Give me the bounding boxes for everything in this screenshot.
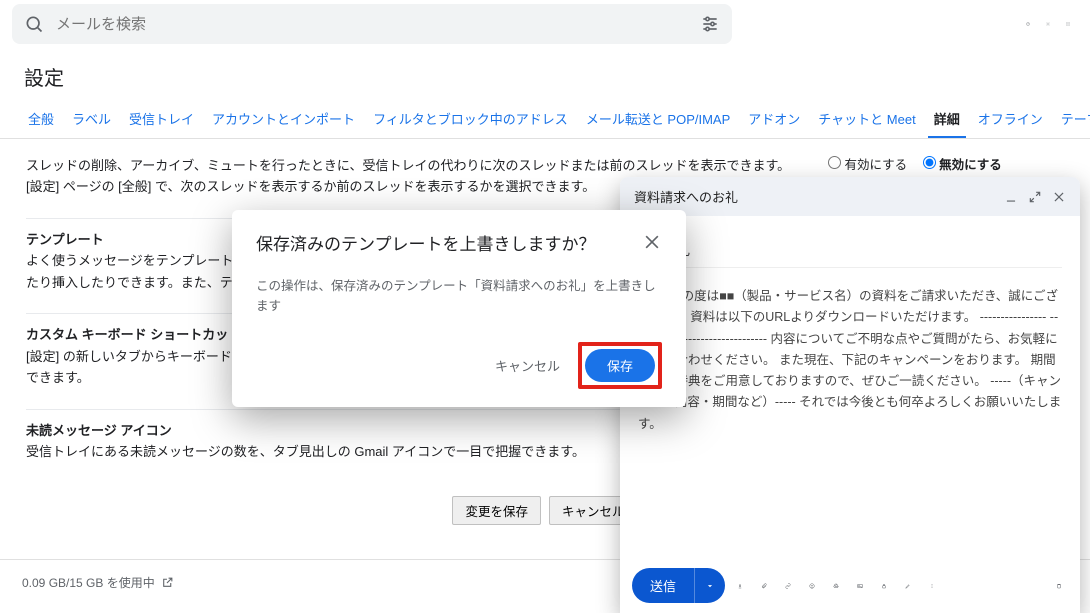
compose-subject[interactable]: へのお礼 [638,234,1062,268]
dialog-body: この操作は、保存済みのテンプレート「資料請求へのお礼」を上書きします [256,276,662,316]
send-dropdown[interactable] [694,568,725,603]
search-icon [24,14,44,34]
save-button[interactable]: 保存 [585,349,655,382]
compose-header[interactable]: 資料請求へのお礼 [620,177,1080,216]
radio-disable[interactable]: 無効にする [923,158,1002,172]
emoji-icon[interactable] [803,577,821,595]
save-button-highlight: 保存 [578,342,662,389]
gear-icon[interactable] [1038,14,1058,34]
text-color-icon[interactable] [731,577,749,595]
tab-theme[interactable]: テーマ [1055,101,1090,138]
page-title: 設定 [0,48,1090,101]
drive-icon[interactable] [827,577,845,595]
tab-pop[interactable]: メール転送と POP/IMAP [580,101,736,138]
compose-toolbar: 送信 [620,558,1080,613]
tab-labels[interactable]: ラベル [66,101,117,138]
fullscreen-icon[interactable] [1028,190,1042,204]
compose-text[interactable]: ●●様 この度は■■（製品・サービス名）の資料をご請求いただき、誠にございます。… [638,286,1062,435]
lock-icon[interactable] [875,577,893,595]
help-icon[interactable] [1018,14,1038,34]
cancel-button[interactable]: キャンセル [495,356,560,375]
search-box[interactable] [12,4,732,44]
close-icon[interactable] [642,232,662,252]
compose-window: 資料請求へのお礼 へのお礼 ●●様 この度は■■（製品・サービス名）の資料をご請… [620,177,1080,613]
settings-tabs: 全般 ラベル 受信トレイ アカウントとインポート フィルタとブロック中のアドレス… [0,101,1090,139]
compose-body[interactable]: へのお礼 ●●様 この度は■■（製品・サービス名）の資料をご請求いただき、誠にご… [620,216,1080,558]
storage-text: 0.09 GB/15 GB を使用中 [22,574,155,591]
overwrite-template-dialog: 保存済みのテンプレートを上書きしますか？ この操作は、保存済みのテンプレート「資… [232,210,686,407]
open-in-new-icon[interactable] [161,576,174,589]
send-group: 送信 [632,568,725,603]
tab-inbox[interactable]: 受信トレイ [123,101,200,138]
send-button[interactable]: 送信 [632,568,694,603]
link-icon[interactable] [779,577,797,595]
search-input[interactable] [56,16,700,33]
tab-general[interactable]: 全般 [22,101,60,138]
dialog-title: 保存済みのテンプレートを上書きしますか？ [256,232,642,258]
attach-icon[interactable] [755,577,773,595]
tab-addons[interactable]: アドオン [742,101,806,138]
more-icon[interactable] [923,577,941,595]
radio-enable[interactable]: 有効にする [828,158,907,172]
save-changes-button[interactable]: 変更を保存 [452,496,541,525]
close-icon[interactable] [1052,190,1066,204]
tab-chat[interactable]: チャットと Meet [812,101,921,138]
pen-icon[interactable] [899,577,917,595]
tab-advanced[interactable]: 詳細 [928,101,966,138]
trash-icon[interactable] [1050,577,1068,595]
chevron-down-icon [705,581,715,591]
apps-icon[interactable] [1058,14,1078,34]
compose-title: 資料請求へのお礼 [634,187,994,206]
tab-filters[interactable]: フィルタとブロック中のアドレス [367,101,574,138]
tab-accounts[interactable]: アカウントとインポート [206,101,361,138]
setting-desc: 受信トレイにある未読メッセージの数を、タブ見出しの Gmail アイコンで一目で… [26,444,585,459]
image-icon[interactable] [851,577,869,595]
tab-offline[interactable]: オフライン [972,101,1049,138]
tune-icon[interactable] [700,14,720,34]
dialog-actions: キャンセル 保存 [256,342,662,389]
topbar [0,0,1090,48]
minimize-icon[interactable] [1004,190,1018,204]
